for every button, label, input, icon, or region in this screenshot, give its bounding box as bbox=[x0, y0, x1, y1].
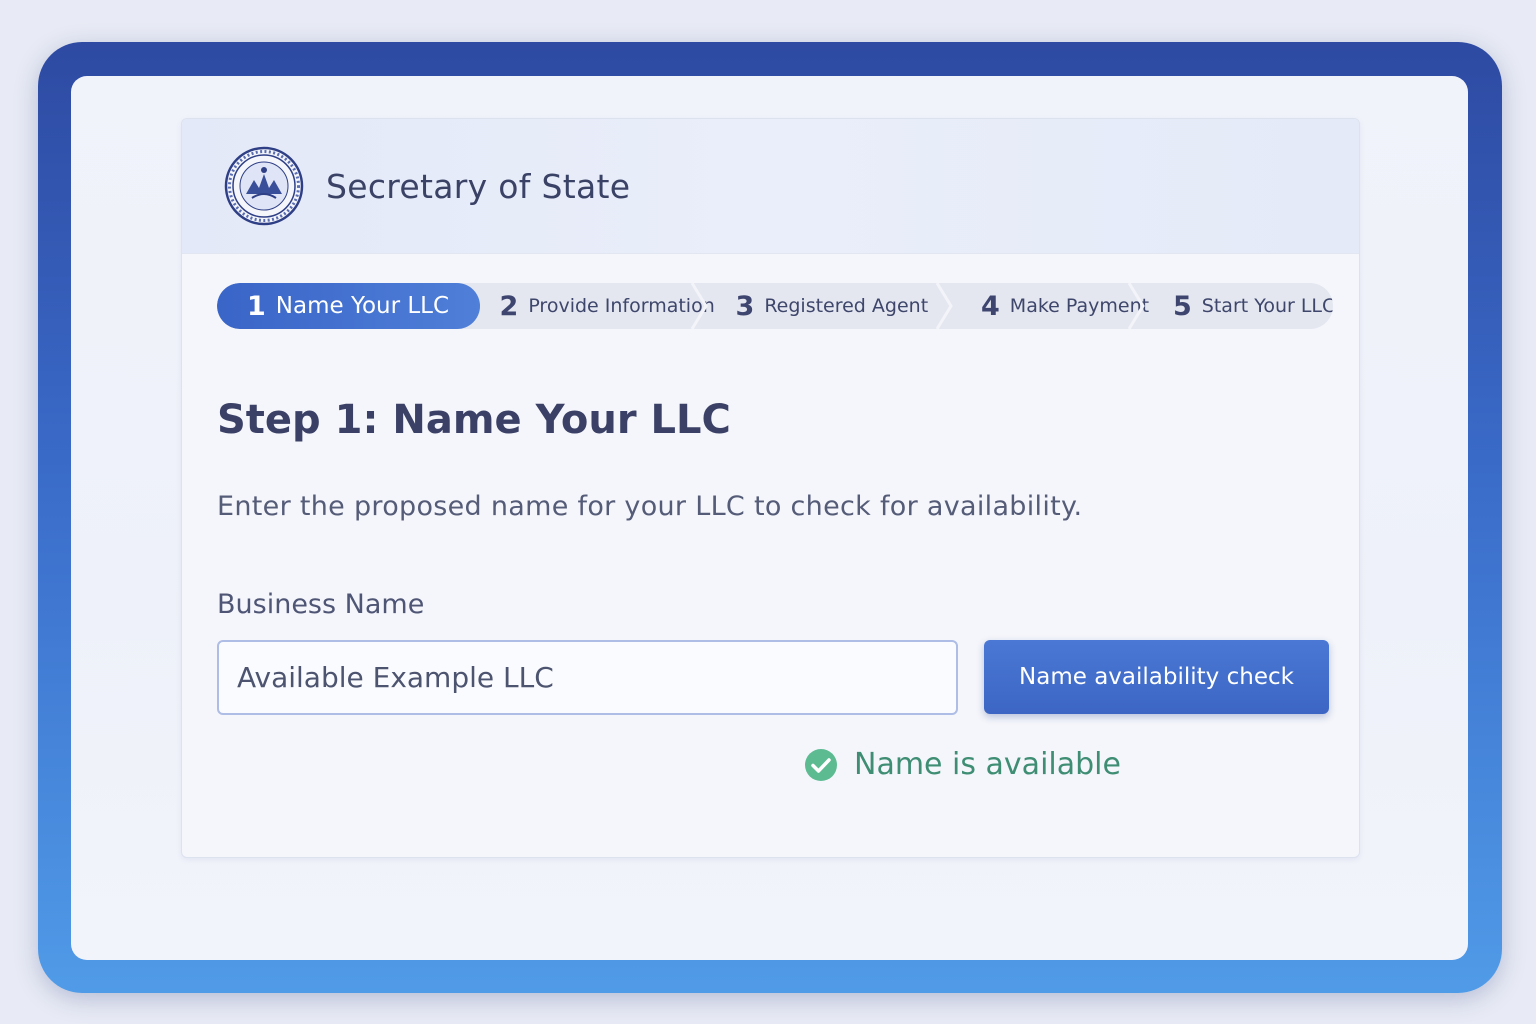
business-name-label: Business Name bbox=[217, 589, 425, 620]
step-number: 4 bbox=[981, 290, 1000, 322]
step-label: Registered Agent bbox=[764, 295, 929, 317]
step-number: 3 bbox=[735, 290, 755, 322]
browser-screen: Secretary of State 1 Name Your LLC 2 Pro… bbox=[71, 76, 1468, 960]
page-title: Step 1: Name Your LLC bbox=[217, 397, 731, 443]
step-make-payment[interactable]: 4 Make Payment bbox=[951, 283, 1149, 329]
step-label: Name Your LLC bbox=[275, 293, 450, 319]
step-number: 1 bbox=[247, 290, 266, 322]
step-name-your-llc[interactable]: 1 Name Your LLC bbox=[217, 283, 480, 329]
step-number: 5 bbox=[1173, 290, 1192, 322]
step-label: Provide Information bbox=[528, 295, 715, 317]
business-name-input[interactable] bbox=[217, 640, 958, 715]
step-label: Start Your LLC bbox=[1201, 295, 1333, 317]
state-seal-icon bbox=[224, 146, 304, 226]
progress-stepper: 1 Name Your LLC 2 Provide Information 3 … bbox=[217, 283, 1333, 329]
llc-form-card: Secretary of State 1 Name Your LLC 2 Pro… bbox=[181, 118, 1360, 858]
step-number: 2 bbox=[499, 290, 519, 322]
step-start-your-llc[interactable]: 5 Start Your LLC bbox=[1143, 283, 1333, 329]
check-circle-icon bbox=[805, 748, 837, 781]
step-provide-information[interactable]: 2 Provide Information bbox=[480, 283, 715, 329]
instructions-text: Enter the proposed name for your LLC to … bbox=[217, 491, 1083, 522]
status-text: Name is available bbox=[854, 747, 1121, 782]
site-title: Secretary of State bbox=[326, 166, 631, 206]
availability-status: Name is available bbox=[804, 747, 1121, 782]
device-frame: Secretary of State 1 Name Your LLC 2 Pro… bbox=[38, 42, 1502, 993]
name-availability-check-button[interactable]: Name availability check bbox=[984, 640, 1329, 714]
site-header: Secretary of State bbox=[182, 119, 1359, 254]
step-registered-agent[interactable]: 3 Registered Agent bbox=[706, 283, 953, 329]
